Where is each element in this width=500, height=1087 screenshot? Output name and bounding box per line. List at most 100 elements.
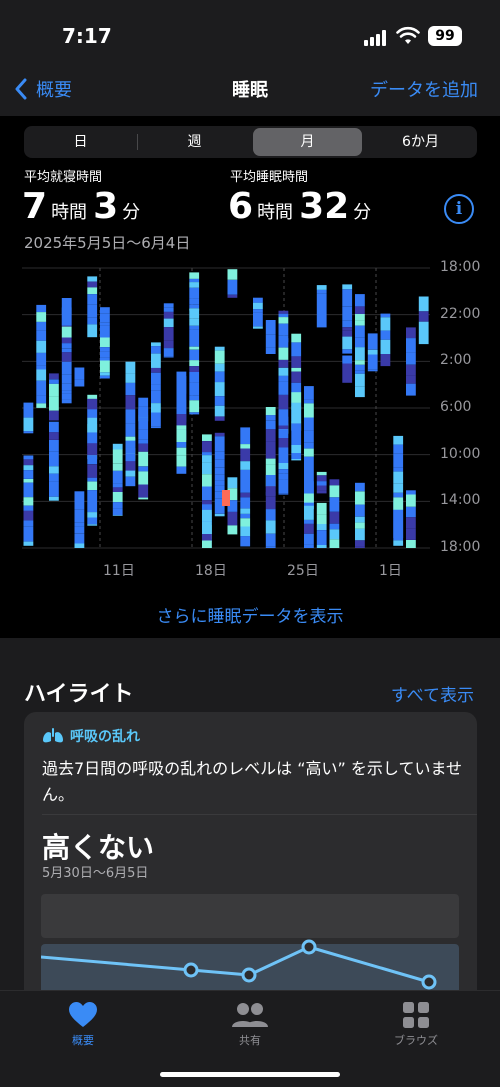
bedtime-hours-unit: 時間 — [51, 202, 87, 223]
sleep-stage-bar — [189, 272, 199, 279]
sleep-stage-bar — [189, 319, 199, 326]
sleep-panel: 日 週 月 6か月 平均就寝時間 7時間3分 平均睡眠時間 6時間32分 i 2… — [0, 116, 500, 638]
signal-icon — [364, 30, 390, 46]
sleep-stage-bar — [177, 414, 187, 425]
sleep-stage-bar — [126, 383, 136, 391]
sleep-stage-bar — [49, 466, 59, 473]
sleep-stage-bar — [189, 338, 199, 347]
sleep-stage-bar — [87, 512, 97, 517]
sleep-stage-bar — [406, 365, 416, 376]
sleep-stage-bar — [189, 396, 199, 401]
sleep-stage-bar — [24, 418, 34, 432]
sleep-stage-bar — [330, 539, 340, 548]
info-icon[interactable]: i — [444, 194, 474, 224]
sleep-stage-bar — [215, 347, 225, 351]
sleep-stage-bar — [240, 427, 250, 431]
sleep-stage-bar — [355, 338, 365, 348]
sleep-stage-bar — [189, 282, 199, 288]
sleep-stage-bar — [215, 406, 225, 417]
sleep-stage-bar — [266, 475, 276, 482]
sleep-stage-bar — [24, 497, 34, 505]
sleep-stage-bar — [49, 452, 59, 467]
sleep-stage-bar — [202, 455, 212, 462]
sleep-stage-bar — [228, 525, 238, 534]
sleep-stage-bar — [62, 362, 72, 375]
sleep-stage-bar — [177, 425, 187, 429]
sleep-stage-bar — [253, 303, 263, 309]
sleep-stage-bar — [291, 392, 301, 403]
segment-6month[interactable]: 6か月 — [366, 128, 475, 156]
sleep-stage-bar — [164, 319, 174, 328]
sleep-stage-bar — [228, 295, 238, 298]
bedtime-label: 平均就寝時間 — [24, 166, 102, 185]
sleep-stage-awake — [222, 490, 230, 506]
y-tick-label: 22:00 — [440, 306, 480, 322]
sleep-stage-bar — [202, 510, 212, 521]
tab-sharing[interactable]: 共有 — [210, 1001, 290, 1048]
sleep-stage-bar — [100, 307, 110, 313]
sleep-stage-bar — [355, 294, 365, 306]
sleep-stage-bar — [240, 444, 250, 448]
sleep-stage-bar — [393, 445, 403, 449]
sleep-stage-bar — [202, 462, 212, 474]
sleep-stage-bar — [368, 355, 378, 370]
sleep-stage-bar — [87, 287, 97, 294]
sleep-stage-bar — [215, 417, 225, 421]
sleep-stage-bar — [317, 290, 327, 293]
segment-month[interactable]: 月 — [253, 128, 362, 156]
highlight-card[interactable]: 呼吸の乱れ 過去7日間の呼吸の乱れのレベルは “高い” を示していません。 高く… — [24, 712, 477, 1002]
people-icon — [232, 1001, 268, 1029]
segment-week[interactable]: 週 — [140, 128, 249, 156]
sleep-stage-bar — [151, 354, 161, 368]
sleep-stage-bar — [49, 425, 59, 432]
sleep-stage-bar — [368, 333, 378, 346]
add-data-button[interactable]: データを追加 — [370, 76, 478, 102]
sleep-stage-bar — [24, 403, 34, 409]
y-tick-label: 18:00 — [440, 539, 480, 555]
sleep-stage-bar — [253, 309, 263, 312]
sleep-stage-bar — [36, 403, 46, 408]
sleep-time-label: 平均睡眠時間 — [230, 166, 308, 185]
show-all-link[interactable]: すべて表示 — [391, 681, 474, 706]
sleep-stage-bar — [266, 454, 276, 458]
sleep-stage-bar — [279, 429, 289, 438]
segment-day[interactable]: 日 — [26, 128, 135, 156]
sleep-stage-bar — [177, 392, 187, 402]
sleep-stage-bar — [215, 451, 225, 460]
sleep-stage-bar — [75, 380, 85, 387]
sleep-stage-bar — [215, 364, 225, 372]
sleep-stage-bar — [279, 479, 289, 494]
show-more-sleep-link[interactable]: さらに睡眠データを表示 — [0, 602, 500, 627]
sleep-stage-bar — [138, 471, 148, 484]
tab-browse[interactable]: ブラウズ — [376, 1001, 456, 1048]
sleep-stage-bar — [342, 294, 352, 307]
sleep-stage-bar — [266, 348, 276, 354]
date-range: 2025年5月5日〜6月4日 — [24, 232, 190, 253]
sleep-stage-bar — [266, 546, 276, 548]
sleep-stage-bar — [406, 507, 416, 517]
sleep-stage-bar — [36, 312, 46, 316]
sleep-stage-bar — [342, 337, 352, 350]
sleep-stage-bar — [62, 394, 72, 400]
sleep-stage-bar — [419, 297, 429, 312]
period-segmented-control[interactable]: 日 週 月 6か月 — [24, 126, 477, 158]
sleep-stage-bar — [240, 497, 250, 508]
sleep-stage-bar — [87, 524, 97, 525]
sleep-stage-bar — [49, 411, 59, 421]
breathing-trend-chart — [41, 894, 459, 1002]
tab-summary[interactable]: 概要 — [43, 1001, 123, 1048]
sleep-stage-bar — [406, 517, 416, 529]
sleep-stage-bar — [177, 455, 187, 466]
sleep-stage-bar — [393, 436, 403, 445]
sleep-stage-bar — [228, 512, 238, 526]
sleep-chart[interactable]: 18:0022:002:006:0010:0014:0018:00 11日18日… — [0, 258, 500, 578]
sleep-stage-bar — [202, 434, 212, 441]
sleep-stage-bar — [189, 366, 199, 372]
sleep-stage-bar — [291, 342, 301, 356]
sleep-stage-bar — [49, 482, 59, 497]
sleep-stage-bar — [406, 532, 416, 540]
sleep-stage-bar — [355, 314, 365, 320]
tab-browse-label: ブラウズ — [376, 1032, 456, 1048]
sleep-stage-bar — [62, 375, 72, 384]
sleep-stage-bar — [304, 503, 314, 506]
